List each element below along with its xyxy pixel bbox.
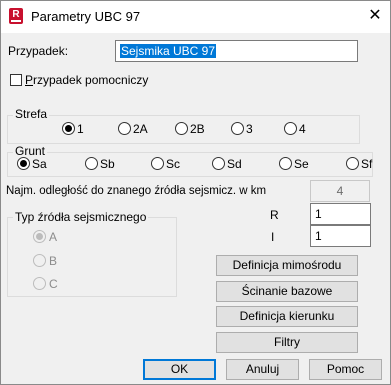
case-name-input[interactable]: Sejsmika UBC 97 — [115, 40, 358, 62]
close-icon[interactable]: ✕ — [364, 5, 386, 27]
auxiliary-case-label[interactable]: Przypadek pomocniczy — [25, 73, 148, 87]
r-label: R — [270, 208, 279, 222]
soil-group-title: Grunt — [13, 144, 48, 158]
source-label-c: C — [49, 277, 58, 291]
soil-label-se: Se — [294, 157, 309, 171]
window-title: Parametry UBC 97 — [31, 9, 141, 24]
zone-radio-2a[interactable] — [118, 122, 131, 135]
zone-radio-3[interactable] — [231, 122, 244, 135]
source-radio-a[interactable] — [33, 230, 46, 243]
zone-label-2b: 2B — [190, 122, 205, 136]
zone-label-2a: 2A — [133, 122, 148, 136]
dialog-window: R Parametry UBC 97 ✕ Przypadek: Sejsmika… — [0, 0, 391, 385]
filters-button[interactable]: Filtry — [216, 332, 358, 353]
r-input[interactable]: 1 — [310, 203, 371, 225]
cancel-button[interactable]: Anuluj — [226, 359, 299, 380]
title-bar: R Parametry UBC 97 ✕ — [1, 1, 390, 33]
source-label-b: B — [49, 254, 58, 268]
source-type-title: Typ źródła sejsmicznego — [13, 210, 149, 224]
case-name-value: Sejsmika UBC 97 — [120, 44, 217, 58]
source-label-a: A — [49, 230, 58, 244]
auxiliary-case-checkbox[interactable] — [10, 74, 22, 86]
soil-label-sd: Sd — [227, 157, 242, 171]
soil-label-sf: Sf — [361, 157, 373, 171]
distance-input: 4 — [310, 180, 370, 202]
zone-label-3: 3 — [246, 122, 253, 136]
eccentricity-definition-button[interactable]: Definicja mimośrodu — [216, 255, 358, 276]
base-shear-button[interactable]: Ścinanie bazowe — [216, 281, 358, 302]
soil-radio-sd[interactable] — [212, 157, 225, 170]
help-button[interactable]: Pomoc — [309, 359, 382, 380]
zone-group-title: Strefa — [13, 107, 50, 121]
soil-radio-se[interactable] — [279, 157, 292, 170]
zone-radio-2b[interactable] — [175, 122, 188, 135]
ok-button[interactable]: OK — [143, 359, 216, 380]
soil-group — [7, 152, 373, 177]
zone-label-4: 4 — [299, 122, 306, 136]
zone-radio-4[interactable] — [284, 122, 297, 135]
soil-label-sa: Sa — [32, 157, 47, 171]
soil-radio-sf[interactable] — [346, 157, 359, 170]
app-icon: R — [9, 8, 23, 24]
i-input[interactable]: 1 — [310, 225, 371, 247]
direction-definition-button[interactable]: Definicja kierunku — [216, 306, 358, 327]
soil-label-sb: Sb — [100, 157, 115, 171]
source-radio-c[interactable] — [33, 277, 46, 290]
source-radio-b[interactable] — [33, 254, 46, 267]
case-label: Przypadek: — [8, 44, 69, 58]
zone-radio-1[interactable] — [62, 122, 75, 135]
soil-radio-sc[interactable] — [151, 157, 164, 170]
soil-radio-sa[interactable] — [17, 157, 30, 170]
zone-label-1: 1 — [77, 122, 84, 136]
i-label: I — [271, 230, 275, 244]
distance-label: Najm. odległość do znanego źródła sejsmi… — [6, 185, 267, 197]
soil-radio-sb[interactable] — [85, 157, 98, 170]
soil-label-sc: Sc — [166, 157, 181, 171]
